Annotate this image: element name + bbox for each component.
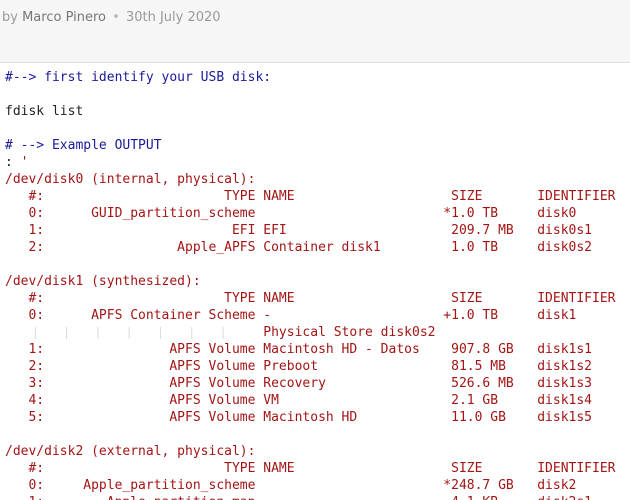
code-line-text: /dev/disk2 (external, physical): xyxy=(5,444,256,459)
code-line: 3: APFS Volume Recovery 526.6 MB disk1s3 xyxy=(5,375,630,392)
code-line-text: 1: Apple_partition_map 4.1 KB disk2s1 xyxy=(5,495,592,500)
code-line-text: #--> first identify your USB disk: xyxy=(5,70,272,85)
post-date: 30th July 2020 xyxy=(125,10,221,25)
code-block: #--> first identify your USB disk: fdisk … xyxy=(0,63,630,500)
code-line: 4: APFS Volume VM 2.1 GB disk1s4 xyxy=(5,392,630,409)
code-line: /dev/disk2 (external, physical): xyxy=(5,443,630,460)
code-line-text: 3: APFS Volume Recovery 526.6 MB disk1s3 xyxy=(5,376,592,391)
code-line: 0: APFS Container Scheme - +1.0 TB disk1 xyxy=(5,307,630,324)
code-line: # --> Example OUTPUT xyxy=(5,137,630,154)
code-line-text: 0: Apple_partition_scheme *248.7 GB disk… xyxy=(5,478,577,493)
code-line: #: TYPE NAME SIZE IDENTIFIER xyxy=(5,460,630,477)
byline-separator: • xyxy=(112,10,120,25)
code-line: fdisk list xyxy=(5,103,630,120)
code-line-text: : ' xyxy=(5,155,29,170)
code-line: 5: APFS Volume Macintosh HD 11.0 GB disk… xyxy=(5,409,630,426)
code-line-text: fdisk list xyxy=(5,104,84,119)
code-line-text: #: TYPE NAME SIZE IDENTIFIER xyxy=(5,461,616,476)
code-line: 2: APFS Volume Preboot 81.5 MB disk1s2 xyxy=(5,358,630,375)
code-line-text: /dev/disk0 (internal, physical): xyxy=(5,172,256,187)
code-line-text: 1: APFS Volume Macintosh HD - Datos 907.… xyxy=(5,342,592,357)
code-line-text: # --> Example OUTPUT xyxy=(5,138,162,153)
code-line-text: 2: Apple_APFS Container disk1 1.0 TB dis… xyxy=(5,240,592,255)
code-line: : ' xyxy=(5,154,630,171)
code-line: #--> first identify your USB disk: xyxy=(5,69,630,86)
code-line-text: 0: APFS Container Scheme - +1.0 TB disk1 xyxy=(5,308,577,323)
code-line: 1: Apple_partition_map 4.1 KB disk2s1 xyxy=(5,494,630,500)
code-line-text: 0: GUID_partition_scheme *1.0 TB disk0 xyxy=(5,206,577,221)
code-line: Physical Store disk0s2 xyxy=(5,324,630,341)
author-link[interactable]: Marco Pinero xyxy=(22,10,106,25)
indent-guides xyxy=(5,324,245,341)
code-line: 1: APFS Volume Macintosh HD - Datos 907.… xyxy=(5,341,630,358)
code-line: /dev/disk0 (internal, physical): xyxy=(5,171,630,188)
code-line-text: #: TYPE NAME SIZE IDENTIFIER xyxy=(5,189,616,204)
code-line: #: TYPE NAME SIZE IDENTIFIER xyxy=(5,290,630,307)
code-line: #: TYPE NAME SIZE IDENTIFIER xyxy=(5,188,630,205)
code-line-text: 2: APFS Volume Preboot 81.5 MB disk1s2 xyxy=(5,359,592,374)
post-byline: by Marco Pinero • 30th July 2020 xyxy=(0,0,630,63)
byline-prefix: by xyxy=(2,10,18,25)
code-line: /dev/disk1 (synthesized): xyxy=(5,273,630,290)
code-line-text: 5: APFS Volume Macintosh HD 11.0 GB disk… xyxy=(5,410,592,425)
code-line-text: /dev/disk1 (synthesized): xyxy=(5,274,201,289)
code-line-text: 4: APFS Volume VM 2.1 GB disk1s4 xyxy=(5,393,592,408)
code-line: 2: Apple_APFS Container disk1 1.0 TB dis… xyxy=(5,239,630,256)
code-line: 0: Apple_partition_scheme *248.7 GB disk… xyxy=(5,477,630,494)
code-line: 1: EFI EFI 209.7 MB disk0s1 xyxy=(5,222,630,239)
code-line: 0: GUID_partition_scheme *1.0 TB disk0 xyxy=(5,205,630,222)
code-line-text: #: TYPE NAME SIZE IDENTIFIER xyxy=(5,291,616,306)
code-line-text: 1: EFI EFI 209.7 MB disk0s1 xyxy=(5,223,592,238)
